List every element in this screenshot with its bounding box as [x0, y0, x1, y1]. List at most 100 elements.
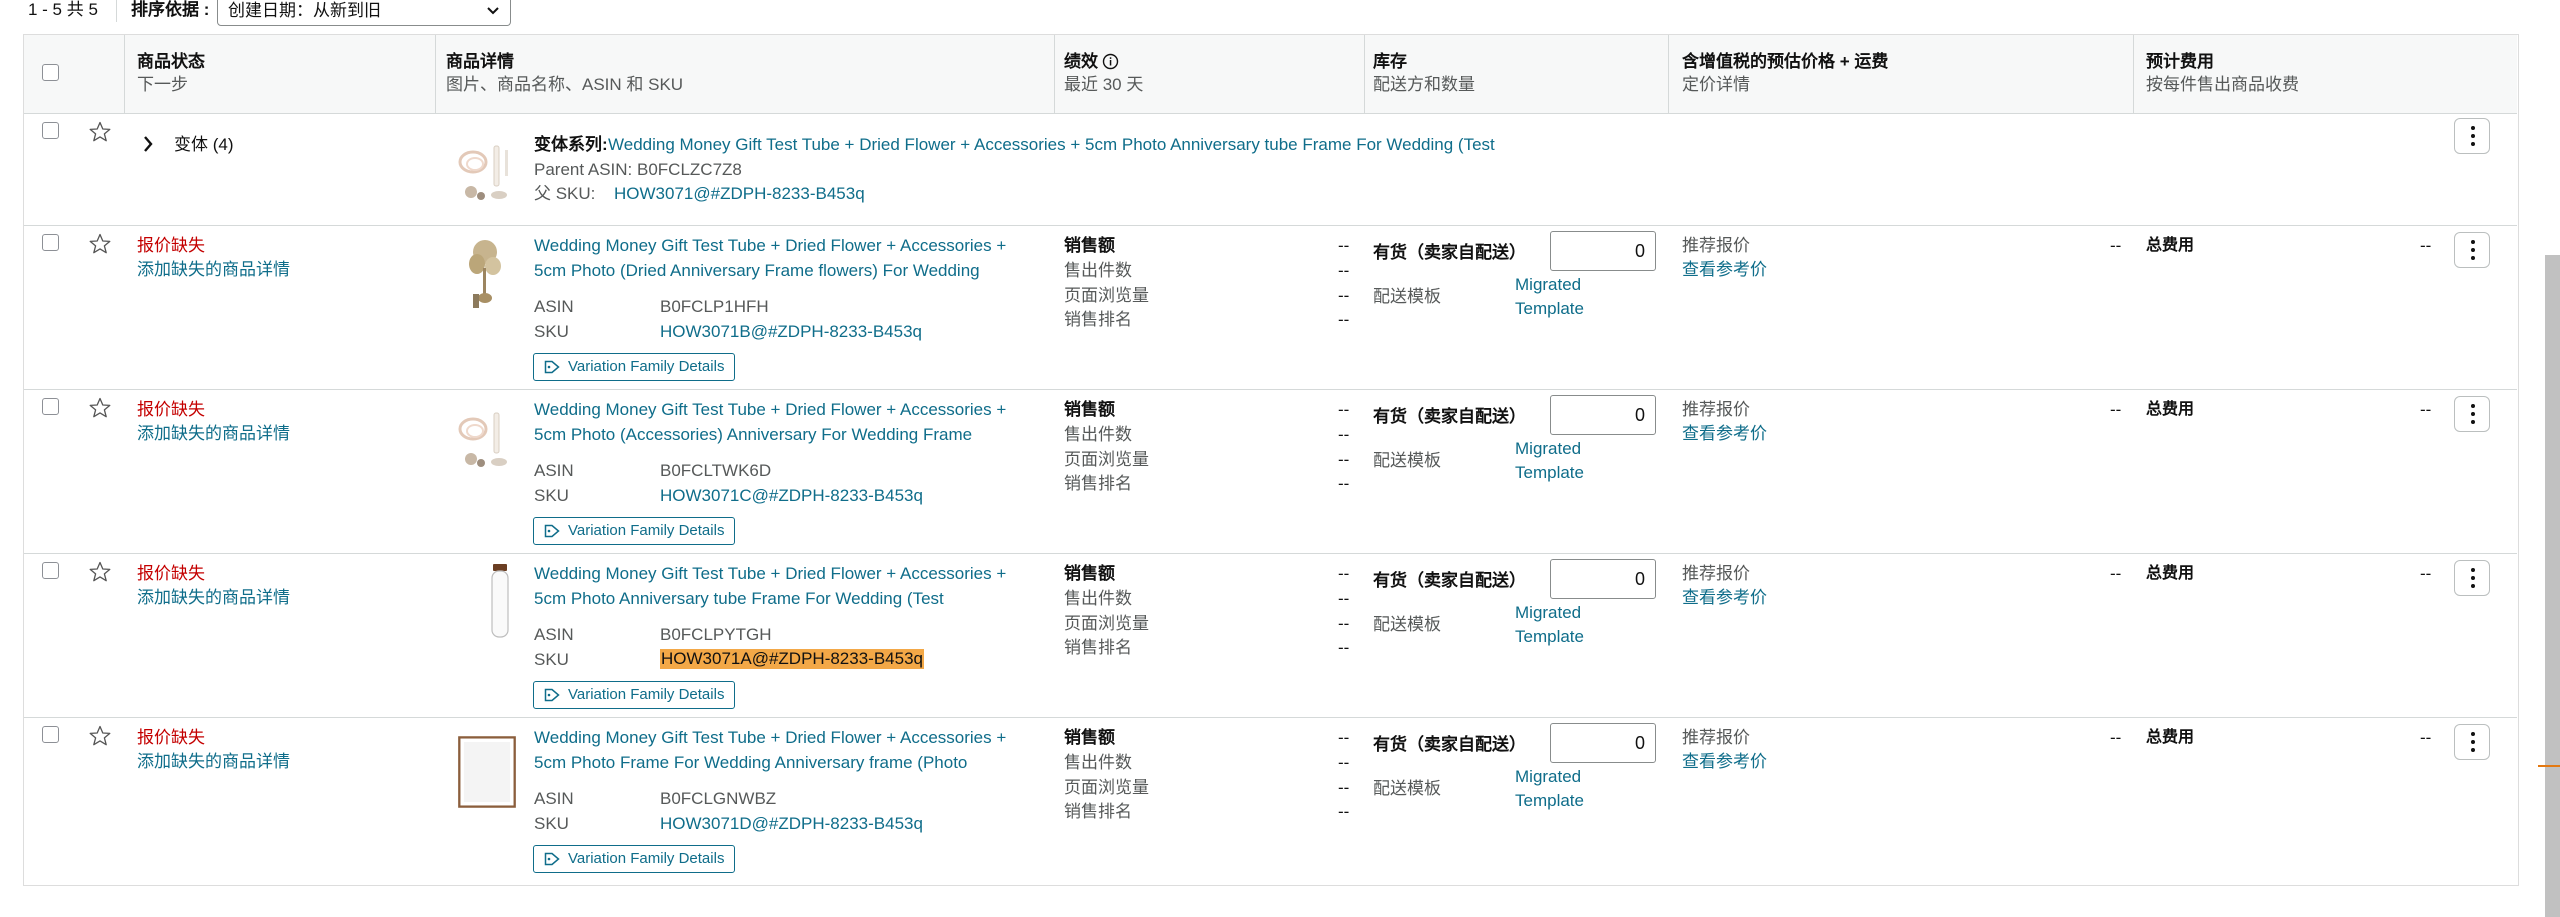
- header-details-title: 商品详情: [446, 52, 514, 71]
- star-icon[interactable]: [88, 232, 112, 256]
- product-thumbnail: [491, 564, 509, 638]
- units-label: 售出件数: [1064, 589, 1132, 608]
- header-inventory-sub: 配送方和数量: [1373, 75, 1475, 94]
- shipping-template-label: 配送模板: [1373, 779, 1441, 798]
- info-icon[interactable]: [1102, 53, 1119, 70]
- units-value: --: [1338, 753, 1350, 772]
- shipping-template-link[interactable]: Migrated: [1515, 767, 1581, 787]
- shipping-template-label: 配送模板: [1373, 287, 1441, 306]
- row-checkbox[interactable]: [42, 122, 59, 139]
- product-title-link[interactable]: Wedding Money Gift Test Tube + Dried Flo…: [534, 728, 1006, 748]
- reference-price-link[interactable]: 查看参考价: [1682, 424, 1767, 444]
- star-icon[interactable]: [88, 724, 112, 748]
- total-fee-value: --: [2420, 728, 2432, 747]
- row-checkbox[interactable]: [42, 234, 59, 251]
- sku-link[interactable]: HOW3071B@#ZDPH-8233-B453q: [660, 322, 922, 342]
- pageviews-label: 页面浏览量: [1064, 614, 1149, 633]
- table-row: 报价缺失 添加缺失的商品详情 Wedding Money Gift Test T…: [0, 554, 2560, 717]
- variation-family-details-button[interactable]: Variation Family Details: [533, 353, 736, 381]
- variation-family-details-button[interactable]: Variation Family Details: [533, 845, 736, 873]
- quantity-input[interactable]: 0: [1550, 395, 1656, 435]
- row-actions-menu[interactable]: [2454, 560, 2490, 596]
- sku-label: SKU: [534, 322, 569, 341]
- units-label: 售出件数: [1064, 753, 1132, 772]
- table-row: 报价缺失 添加缺失的商品详情 Wedding Money Gift Test T…: [0, 226, 2560, 389]
- sku-label: SKU: [534, 650, 569, 669]
- shipping-template-link-line2[interactable]: Template: [1515, 627, 1584, 647]
- rank-value: --: [1338, 802, 1350, 821]
- row-actions-menu[interactable]: [2454, 724, 2490, 760]
- product-title-link[interactable]: Wedding Money Gift Test Tube + Dried Flo…: [534, 400, 1006, 420]
- select-all-checkbox[interactable]: [42, 64, 59, 81]
- total-fee-label: 总费用: [2146, 237, 2195, 254]
- rank-label: 销售排名: [1064, 802, 1132, 821]
- total-fee-label: 总费用: [2146, 565, 2195, 582]
- add-missing-details-link[interactable]: 添加缺失的商品详情: [137, 424, 290, 444]
- add-missing-details-link[interactable]: 添加缺失的商品详情: [137, 260, 290, 280]
- quantity-input[interactable]: 0: [1550, 231, 1656, 271]
- quantity-input[interactable]: 0: [1550, 723, 1656, 763]
- product-title-link-line2[interactable]: 5cm Photo (Accessories) Anniversary For …: [534, 425, 972, 445]
- variation-family-details-button[interactable]: Variation Family Details: [533, 681, 736, 709]
- sales-value: --: [1338, 728, 1350, 747]
- row-actions-menu[interactable]: [2454, 396, 2490, 432]
- row-actions-menu[interactable]: [2454, 232, 2490, 268]
- quantity-input[interactable]: 0: [1550, 559, 1656, 599]
- tag-icon: [544, 688, 560, 702]
- header-details-sub: 图片、商品名称、ASIN 和 SKU: [446, 75, 684, 94]
- sales-value: --: [1338, 400, 1350, 419]
- shipping-template-link-line2[interactable]: Template: [1515, 791, 1584, 811]
- shipping-template-link-line2[interactable]: Template: [1515, 463, 1584, 483]
- variations-toggle[interactable]: 变体 (4): [174, 135, 234, 155]
- tag-icon: [544, 524, 560, 538]
- sku-link[interactable]: HOW3071C@#ZDPH-8233-B453q: [660, 486, 923, 506]
- suggested-price-value: --: [2110, 564, 2122, 583]
- row-checkbox[interactable]: [42, 398, 59, 415]
- asin-value: B0FCLTWK6D: [660, 461, 772, 480]
- asin-label: ASIN: [534, 297, 574, 316]
- sku-label: SKU: [534, 486, 569, 505]
- shipping-template-link-line2[interactable]: Template: [1515, 299, 1584, 319]
- product-title-link[interactable]: Wedding Money Gift Test Tube + Dried Flo…: [534, 236, 1006, 256]
- reference-price-link[interactable]: 查看参考价: [1682, 588, 1767, 608]
- variation-series-title-link[interactable]: Wedding Money Gift Test Tube + Dried Flo…: [608, 135, 1495, 155]
- suggested-price-value: --: [2110, 236, 2122, 255]
- sort-dropdown[interactable]: 创建日期：从新到旧: [217, 0, 511, 26]
- variation-family-details-button[interactable]: Variation Family Details: [533, 517, 736, 545]
- parent-asin: Parent ASIN: B0FCLZC7Z8: [534, 160, 742, 179]
- shipping-template-link[interactable]: Migrated: [1515, 439, 1581, 459]
- header-performance-sub: 最近 30 天: [1064, 75, 1144, 94]
- scroll-position-marker: [2538, 765, 2560, 767]
- chevron-right-icon[interactable]: [142, 135, 154, 153]
- pageviews-label: 页面浏览量: [1064, 778, 1149, 797]
- missing-price-status: 报价缺失: [137, 400, 205, 419]
- shipping-template-link[interactable]: Migrated: [1515, 275, 1581, 295]
- reference-price-link[interactable]: 查看参考价: [1682, 752, 1767, 772]
- rank-value: --: [1338, 310, 1350, 329]
- add-missing-details-link[interactable]: 添加缺失的商品详情: [137, 588, 290, 608]
- suggested-price-label: 推荐报价: [1682, 564, 1750, 583]
- total-fee-label: 总费用: [2146, 729, 2195, 746]
- add-missing-details-link[interactable]: 添加缺失的商品详情: [137, 752, 290, 772]
- sku-link-highlighted[interactable]: HOW3071A@#ZDPH-8233-B453q: [660, 649, 924, 669]
- product-title-link-line2[interactable]: 5cm Photo (Dried Anniversary Frame flowe…: [534, 261, 980, 281]
- row-checkbox[interactable]: [42, 726, 59, 743]
- star-icon[interactable]: [88, 560, 112, 584]
- rank-value: --: [1338, 638, 1350, 657]
- header-fees-sub: 按每件售出商品收费: [2146, 75, 2299, 94]
- star-icon[interactable]: [88, 120, 112, 144]
- row-actions-menu[interactable]: [2454, 118, 2490, 154]
- parent-sku-link[interactable]: HOW3071@#ZDPH-8233-B453q: [614, 184, 865, 204]
- row-checkbox[interactable]: [42, 562, 59, 579]
- vertical-scrollbar[interactable]: [2545, 255, 2560, 917]
- shipping-template-link[interactable]: Migrated: [1515, 603, 1581, 623]
- product-title-link-line2[interactable]: 5cm Photo Anniversary tube Frame For Wed…: [534, 589, 944, 609]
- reference-price-link[interactable]: 查看参考价: [1682, 260, 1767, 280]
- star-icon[interactable]: [88, 396, 112, 420]
- units-label: 售出件数: [1064, 425, 1132, 444]
- missing-price-status: 报价缺失: [137, 564, 205, 583]
- sku-link[interactable]: HOW3071D@#ZDPH-8233-B453q: [660, 814, 923, 834]
- product-title-link-line2[interactable]: 5cm Photo Frame For Wedding Anniversary …: [534, 753, 967, 773]
- variation-family-details-label: Variation Family Details: [568, 686, 725, 703]
- product-title-link[interactable]: Wedding Money Gift Test Tube + Dried Flo…: [534, 564, 1006, 584]
